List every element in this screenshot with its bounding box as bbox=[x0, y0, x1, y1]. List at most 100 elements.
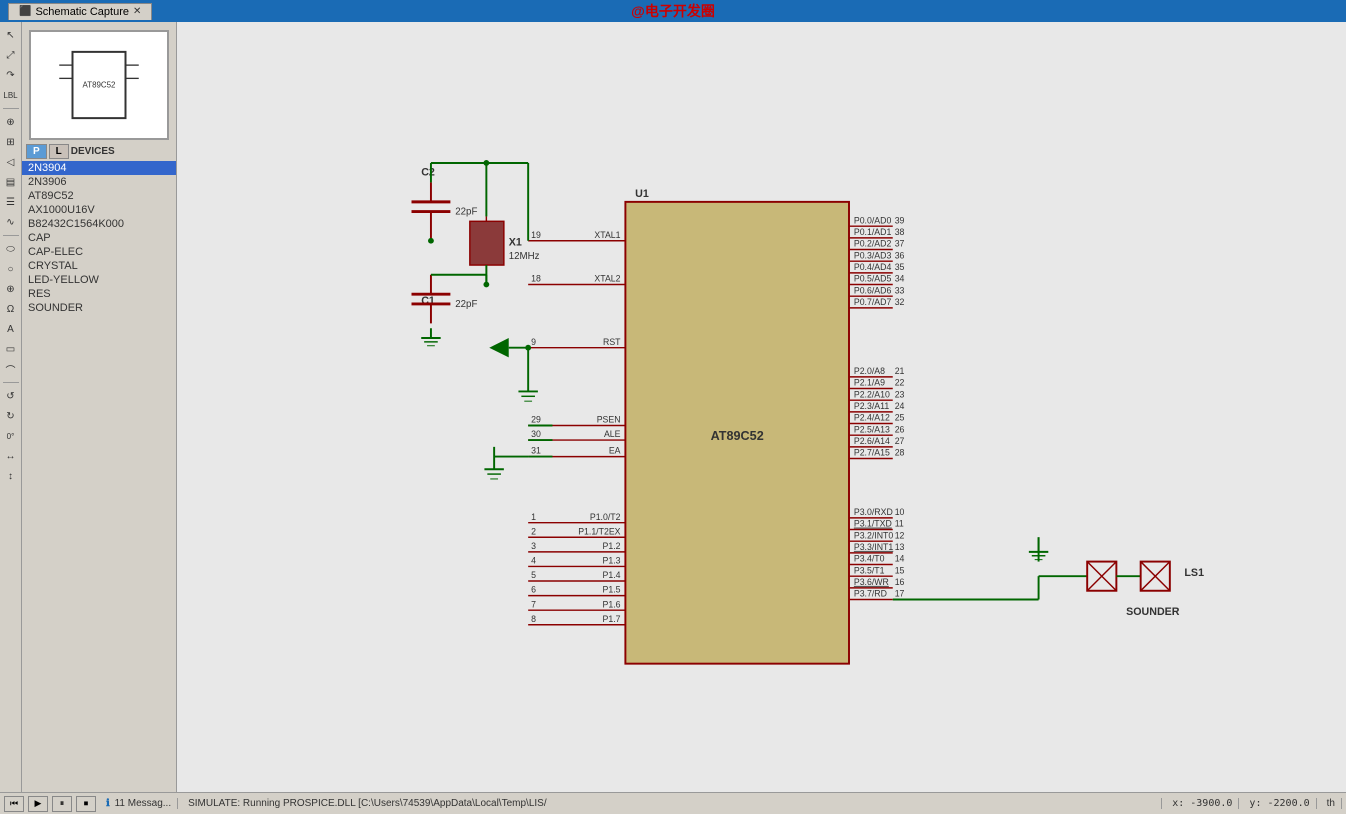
place-component[interactable]: ⊕ bbox=[2, 113, 20, 131]
place-text[interactable]: A bbox=[2, 320, 20, 338]
tab-p[interactable]: P bbox=[26, 144, 47, 159]
y-value: -2200.0 bbox=[1268, 798, 1310, 809]
pin24-num: 24 bbox=[895, 401, 905, 411]
device-item-cap-elec[interactable]: CAP-ELEC bbox=[22, 245, 176, 259]
draw-polygon[interactable]: Ω bbox=[2, 300, 20, 318]
pin6-num: 6 bbox=[531, 585, 536, 595]
pin-p03: P0.3/AD3 bbox=[854, 250, 892, 260]
label-tool[interactable]: LBL bbox=[2, 86, 20, 104]
rst-arrow bbox=[489, 338, 508, 357]
device-item-at89c52[interactable]: AT89C52 bbox=[22, 189, 176, 203]
place-netport[interactable]: ☰ bbox=[2, 193, 20, 211]
draw-line[interactable]: ⌒ bbox=[2, 360, 20, 378]
mirror-v[interactable]: ↕ bbox=[2, 467, 20, 485]
pin28-num: 28 bbox=[895, 448, 905, 458]
pin-p30: P3.0/RXD bbox=[854, 507, 893, 517]
pin11-num: 11 bbox=[895, 519, 904, 529]
device-item-b82432c1564k000[interactable]: B82432C1564K000 bbox=[22, 217, 176, 231]
device-item-res[interactable]: RES bbox=[22, 287, 176, 301]
x1-value: 12MHz bbox=[509, 251, 540, 262]
pin-xtal1: XTAL1 bbox=[594, 230, 620, 240]
device-item-ax1000u16v[interactable]: AX1000U16V bbox=[22, 203, 176, 217]
ic-ref-label: U1 bbox=[635, 188, 649, 200]
schematic-canvas[interactable]: .sch-text { font-family: Arial, sans-ser… bbox=[177, 22, 1346, 792]
rotate-tool[interactable]: ↷ bbox=[2, 66, 20, 84]
status-messages: ℹ 11 Messag... bbox=[100, 798, 178, 809]
device-item-2n3906[interactable]: 2N3906 bbox=[22, 175, 176, 189]
pin-p13: P1.3 bbox=[603, 556, 621, 566]
pin-p26: P2.6/A14 bbox=[854, 436, 890, 446]
rotation-display: 0° bbox=[2, 427, 20, 445]
mirror-h[interactable]: ↔ bbox=[2, 447, 20, 465]
pin-p21: P2.1/A9 bbox=[854, 378, 885, 388]
pin35-num: 35 bbox=[895, 262, 905, 272]
device-item-led-yellow[interactable]: LED-YELLOW bbox=[22, 273, 176, 287]
pin1-num: 1 bbox=[531, 512, 536, 522]
play-back-button[interactable]: ⏮ bbox=[4, 796, 24, 812]
device-item-crystal[interactable]: CRYSTAL bbox=[22, 259, 176, 273]
pin32-num: 32 bbox=[895, 297, 905, 307]
pause-button[interactable]: ⏸ bbox=[52, 796, 72, 812]
pin-p01: P0.1/AD1 bbox=[854, 227, 892, 237]
watermark-text: @电子开发圈 bbox=[631, 0, 715, 22]
tab-label: Schematic Capture bbox=[35, 6, 129, 18]
draw-rect[interactable]: ▭ bbox=[2, 340, 20, 358]
pin34-num: 34 bbox=[895, 274, 905, 284]
pin-p20: P2.0/A8 bbox=[854, 366, 885, 376]
place-junction[interactable]: ⊞ bbox=[2, 133, 20, 151]
pin-p02: P0.2/AD2 bbox=[854, 239, 892, 249]
titlebar: ⬛ Schematic Capture ✕ @电子开发圈 bbox=[0, 0, 1346, 22]
place-bus[interactable]: ▤ bbox=[2, 173, 20, 191]
junction-top bbox=[483, 160, 489, 166]
pin-p07: P0.7/AD7 bbox=[854, 297, 892, 307]
device-item-sounder[interactable]: SOUNDER bbox=[22, 301, 176, 315]
place-power[interactable]: ∿ bbox=[2, 213, 20, 231]
draw-arc[interactable]: ⊕ bbox=[2, 280, 20, 298]
ls1-label: LS1 bbox=[1184, 567, 1204, 579]
pin-p05: P0.5/AD5 bbox=[854, 274, 892, 284]
pin-p10: P1.0/T2 bbox=[590, 512, 621, 522]
toolbar-divider-3 bbox=[3, 382, 19, 383]
pin23-num: 23 bbox=[895, 389, 905, 399]
pin-psen: PSEN bbox=[597, 415, 621, 425]
pin-p12: P1.2 bbox=[603, 541, 621, 551]
place-wire[interactable]: ◁ bbox=[2, 153, 20, 171]
pin-p16: P1.6 bbox=[603, 599, 621, 609]
play-button[interactable]: ▶ bbox=[28, 796, 48, 812]
ic-name: AT89C52 bbox=[711, 429, 764, 443]
pin-ea: EA bbox=[609, 446, 621, 456]
pin33-num: 33 bbox=[895, 285, 905, 295]
pin-p36: P3.6/WR bbox=[854, 577, 889, 587]
y-label: y: bbox=[1249, 798, 1261, 809]
pin37-num: 37 bbox=[895, 239, 905, 249]
move-tool[interactable]: ⤢ bbox=[2, 46, 20, 64]
c1-value: 22pF bbox=[455, 299, 477, 310]
draw-circle[interactable]: ○ bbox=[2, 260, 20, 278]
tab-l[interactable]: L bbox=[49, 144, 69, 159]
pin17-num: 17 bbox=[895, 589, 905, 599]
junction-c2-xtal1 bbox=[428, 238, 434, 244]
device-list: 2N39042N3906AT89C52AX1000U16VB82432C1564… bbox=[22, 161, 176, 315]
sounder-name: SOUNDER bbox=[1126, 606, 1180, 618]
undo-button[interactable]: ↺ bbox=[2, 387, 20, 405]
redo-button[interactable]: ↻ bbox=[2, 407, 20, 425]
pin10-num: 10 bbox=[895, 507, 905, 517]
pin16-num: 16 bbox=[895, 577, 905, 587]
c2-label: C2 bbox=[421, 167, 435, 179]
crystal-body bbox=[470, 221, 504, 265]
pin13-num: 13 bbox=[895, 542, 905, 552]
pin-p31: P3.1/TXD bbox=[854, 519, 892, 529]
select-tool[interactable]: ↖ bbox=[2, 26, 20, 44]
schematic-tab[interactable]: ⬛ Schematic Capture ✕ bbox=[8, 3, 152, 20]
device-item-2n3904[interactable]: 2N3904 bbox=[22, 161, 176, 175]
pin-p11: P1.1/T2EX bbox=[578, 526, 620, 536]
device-item-cap[interactable]: CAP bbox=[22, 231, 176, 245]
draw-ellipse[interactable]: ⬭ bbox=[2, 240, 20, 258]
tab-close-button[interactable]: ✕ bbox=[133, 6, 141, 17]
sidebar: AT89C52 P L DEVICES 2N39042N3906AT89C52A… bbox=[22, 22, 177, 814]
message-text: 11 Messag... bbox=[115, 798, 172, 809]
pin29-num: 29 bbox=[531, 415, 541, 425]
stop-button[interactable]: ⏹ bbox=[76, 796, 96, 812]
pin38-num: 38 bbox=[895, 227, 905, 237]
pin21-num: 21 bbox=[895, 366, 905, 376]
